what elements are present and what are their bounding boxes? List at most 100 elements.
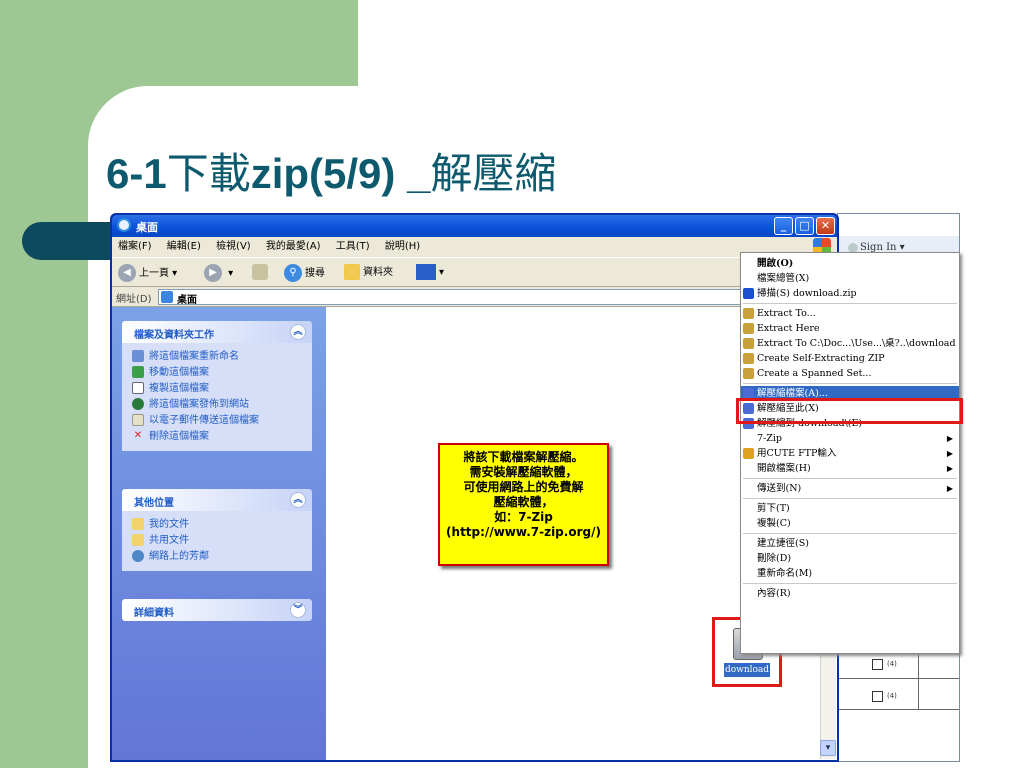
menu-separator [743,383,957,384]
minimize-button[interactable]: _ [774,217,793,235]
menu-favorites[interactable]: 我的最愛(A) [266,237,321,257]
checkbox[interactable] [872,691,883,702]
menu-item[interactable]: 開啟檔案(H) ▶ [741,461,959,476]
scroll-down-button[interactable]: ▾ [820,740,836,756]
task-rename[interactable]: 將這個檔案重新命名 [132,349,304,365]
menu-tools[interactable]: 工具(T) [336,237,370,257]
place-network[interactable]: 網路上的芳鄰 [132,549,304,565]
collapse-icon[interactable]: ︽ [290,324,306,340]
context-menu: 開啟(O) 檔案總管(X) 掃描(S) download.zip Extract To… [740,252,960,654]
menu-item[interactable]: 傳送到(N) ▶ [741,481,959,496]
menu-item[interactable]: 重新命名(M) [741,566,959,581]
maximize-button[interactable]: □ [795,217,814,235]
menu-item[interactable]: 掃描(S) download.zip [741,286,959,301]
title-part: 6-1 [106,150,167,197]
back-button[interactable]: ◀ 上一頁 ▾ [118,264,177,282]
place-shared-documents[interactable]: 共用文件 [132,533,304,549]
menu-separator [743,583,957,584]
menu-item[interactable]: Create a Spanned Set... [741,366,959,381]
move-icon [132,366,144,378]
task-publish[interactable]: 將這個檔案發佈到網站 [132,397,304,413]
menu-item-label: 7-Zip [757,433,782,444]
rename-icon [132,350,144,362]
menu-item[interactable]: 開啟(O) [741,256,959,271]
globe-icon [132,398,144,410]
close-button[interactable]: ✕ [816,217,835,235]
tasks-panel-header[interactable]: 檔案及資料夾工作 ︽ [122,321,312,343]
task-email[interactable]: 以電子郵件傳送這個檔案 [132,413,304,429]
menu-item-label: 建立捷徑(S) [757,538,809,549]
divider [918,679,919,709]
tasks-panel-body: 將這個檔案重新命名 移動這個檔案 複製這個檔案 將這個檔案發佈到網站 以電子郵件… [122,343,312,451]
title-part: 解壓縮 [430,149,557,198]
menu-item-icon [743,353,754,364]
menu-item[interactable]: 7-Zip ▶ [741,431,959,446]
instruction-callout: 將該下載檔案解壓縮。 需安裝解壓縮軟體， 可使用網路上的免費解 壓縮軟體， 如：… [438,443,609,566]
checkbox-label: (4) [887,692,897,700]
place-my-documents[interactable]: 我的文件 [132,517,304,533]
checkbox[interactable] [872,659,883,670]
task-label: 將這個檔案發佈到網站 [149,399,249,410]
forward-button[interactable]: ▶ ▾ [204,264,233,282]
menu-item[interactable]: Create Self-Extracting ZIP [741,351,959,366]
delete-icon: ✕ [133,430,143,441]
menu-item-label: 開啟(O) [757,258,794,269]
menu-separator [743,478,957,479]
menu-item-label: 開啟檔案(H) [757,463,811,474]
menu-edit[interactable]: 編輯(E) [167,237,201,257]
menu-help[interactable]: 說明(H) [385,237,420,257]
search-label: 搜尋 [305,268,325,279]
views-button[interactable]: ▾ [416,264,444,282]
callout-line: 壓縮軟體， [493,495,554,509]
other-places-header[interactable]: 其他位置 ︽ [122,489,312,511]
menu-item-label: 傳送到(N) [757,483,802,494]
submenu-arrow-icon: ▶ [946,484,953,493]
callout-line: 將該下載檔案解壓縮。 [463,450,584,464]
menu-item[interactable]: 剪下(T) [741,501,959,516]
details-title: 詳細資料 [134,608,174,619]
menu-view[interactable]: 檢視(V) [216,237,251,257]
expand-icon[interactable]: ︾ [290,602,306,618]
task-move[interactable]: 移動這個檔案 [132,365,304,381]
other-places-title: 其他位置 [134,498,174,509]
collapse-icon[interactable]: ︽ [290,492,306,508]
details-header[interactable]: 詳細資料 ︾ [122,599,312,621]
other-places-body: 我的文件 共用文件 網路上的芳鄰 [122,511,312,571]
menu-item[interactable]: Extract Here [741,321,959,336]
menu-item-label: 剪下(T) [757,503,790,514]
menu-item[interactable]: 建立捷徑(S) [741,536,959,551]
search-button[interactable]: ⚲ 搜尋 [284,264,325,282]
menu-item-label: 掃描(S) download.zip [757,288,857,299]
callout-line: 如：7-Zip [494,510,553,524]
up-folder-icon [252,264,268,280]
menu-item[interactable]: 用CUTE FTP輸入 ▶ [741,446,959,461]
menu-item[interactable]: Extract To... [741,306,959,321]
folders-button[interactable]: 資料夾 [344,264,393,282]
folders-label: 資料夾 [363,267,393,278]
menu-item[interactable]: 檔案總管(X) [741,271,959,286]
task-copy[interactable]: 複製這個檔案 [132,381,304,397]
task-label: 複製這個檔案 [149,383,209,394]
forward-arrow-icon: ▶ [204,264,222,282]
menu-item-label: 檔案總管(X) [757,273,810,284]
menu-item[interactable]: 內容(R) [741,586,959,601]
task-label: 將這個檔案重新命名 [149,351,239,362]
menu-separator [743,303,957,304]
callout-line: (http://www.7-zip.org/) [446,525,601,539]
menu-item[interactable]: 刪除(D) [741,551,959,566]
place-label: 共用文件 [149,535,189,546]
slide-title: 6-1下載zip(5/9) _解壓縮 [106,140,556,201]
menu-file[interactable]: 檔案(F) [118,237,152,257]
menu-item-icon [743,448,754,459]
task-delete[interactable]: ✕ 刪除這個檔案 [132,429,304,445]
callout-line: 需安裝解壓縮軟體， [469,465,578,479]
window-titlebar[interactable]: 桌面 _ □ ✕ [112,215,837,237]
menu-item[interactable]: Extract To C:\Doc...\Use...\桌?..\downloa… [741,336,959,351]
address-label: 網址(D) [116,294,152,305]
menu-item[interactable]: 複製(C) [741,516,959,531]
address-input[interactable]: 桌面 [158,289,835,306]
menu-item-icon [743,288,754,299]
tasks-panel-title: 檔案及資料夾工作 [134,330,214,341]
up-folder-button[interactable] [252,264,271,282]
desktop-icon [161,291,173,303]
